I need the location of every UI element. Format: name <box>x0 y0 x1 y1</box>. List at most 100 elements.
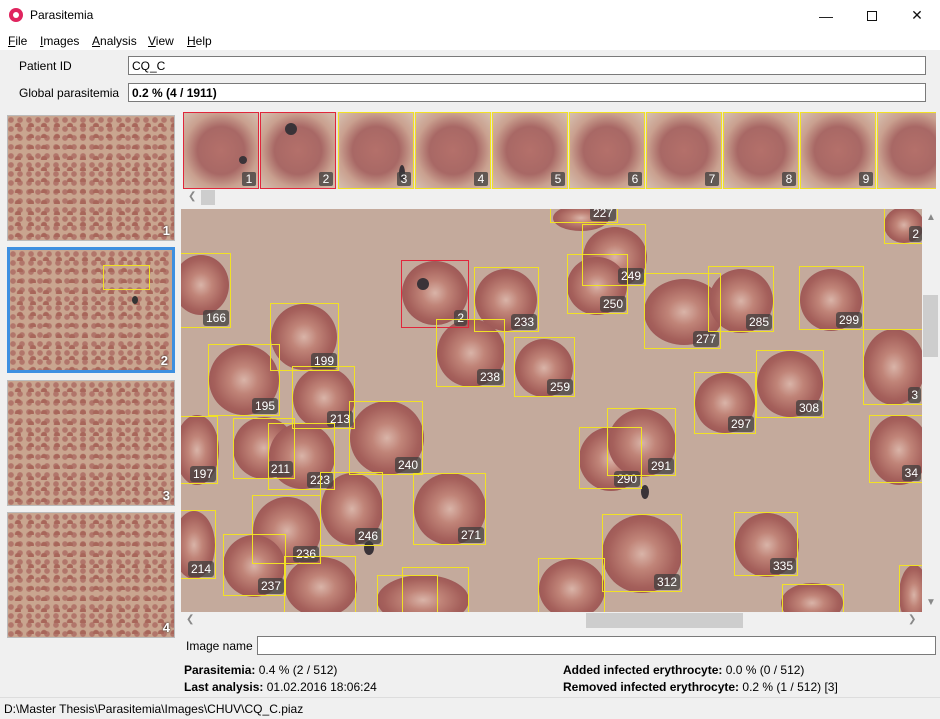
cell-box[interactable]: 2 <box>884 209 922 244</box>
viewport-rectangle <box>103 265 150 290</box>
strip-scrollbar[interactable]: ❮ <box>183 189 936 206</box>
maximize-button[interactable] <box>849 0 895 31</box>
cell-box[interactable]: 214 <box>181 510 216 579</box>
cell-box[interactable]: 195 <box>208 344 280 416</box>
cell-box[interactable]: 213 <box>292 366 355 429</box>
scroll-up-icon[interactable]: ▲ <box>926 212 936 223</box>
image-thumbnail[interactable]: 4 <box>7 512 175 638</box>
cell-box-infected[interactable]: 2 <box>401 260 469 328</box>
cell-box-number: 285 <box>745 314 772 330</box>
thumbnail-number: 3 <box>162 488 170 503</box>
cell-tile[interactable]: 5 <box>492 112 568 189</box>
parasitemia-value: 0.4 % (2 / 512) <box>258 663 338 677</box>
cell-strip: 1 2 3 4 5 6 7 8 9 <box>183 112 936 189</box>
removed-infected-stat: Removed infected erythrocyte: 0.2 % (1 /… <box>563 680 838 694</box>
cell-box[interactable] <box>782 584 844 612</box>
scroll-left-icon[interactable]: ❮ <box>186 614 194 625</box>
cell-box-number: 271 <box>457 527 484 543</box>
cell-box-number: 277 <box>692 331 719 347</box>
cell-box[interactable]: 166 <box>181 253 231 328</box>
cell-box[interactable]: 285 <box>708 266 774 332</box>
cell-box[interactable]: 3 <box>863 329 922 405</box>
cell-tile-infected[interactable]: 2 <box>260 112 336 189</box>
cell-tile-number: 9 <box>859 172 873 186</box>
viewer-vertical-scrollbar[interactable]: ▲ ▼ <box>922 209 939 612</box>
window-title: Parasitemia <box>30 8 94 22</box>
cell-tile[interactable]: 9 <box>800 112 876 189</box>
parasite-marker <box>285 123 297 135</box>
minimize-button[interactable]: — <box>803 0 849 31</box>
image-thumbnail-selected[interactable]: 2 <box>7 247 175 373</box>
image-name-label: Image name <box>186 639 253 653</box>
last-analysis-stat: Last analysis: 01.02.2016 18:06:24 <box>184 680 377 694</box>
viewer-horizontal-scrollbar[interactable]: ❮ ❯ <box>181 612 922 629</box>
parasite-marker <box>132 296 138 304</box>
added-infected-stat: Added infected erythrocyte: 0.0 % (0 / 5… <box>563 663 804 677</box>
image-thumbnail[interactable]: 3 <box>7 380 175 506</box>
cell-box-number: 291 <box>647 458 674 474</box>
cell-box[interactable] <box>899 565 922 612</box>
minimize-icon: — <box>819 7 833 24</box>
scrollbar-thumb[interactable] <box>201 190 215 205</box>
cell-box[interactable]: 299 <box>799 266 864 330</box>
cell-tile[interactable]: 4 <box>415 112 491 189</box>
cell-box[interactable]: 240 <box>349 401 423 475</box>
cell-box[interactable] <box>284 556 356 612</box>
title-bar: Parasitemia — ✕ <box>0 0 940 31</box>
cell-box-number: 233 <box>510 314 537 330</box>
menu-view[interactable]: View <box>148 34 174 48</box>
cell-tile[interactable]: 7 <box>646 112 722 189</box>
cell-box[interactable]: 291 <box>607 408 676 476</box>
scroll-down-icon[interactable]: ▼ <box>926 597 936 608</box>
cell-tile-number: 4 <box>474 172 488 186</box>
scrollbar-thumb[interactable] <box>586 613 743 628</box>
menu-images[interactable]: Images <box>40 34 79 48</box>
menu-bar: File Images Analysis View Help <box>0 31 940 50</box>
cell-box-number: 240 <box>394 457 421 473</box>
cell-box[interactable]: 259 <box>514 337 575 397</box>
added-infected-label: Added infected erythrocyte: <box>563 663 723 677</box>
cell-box-number: 308 <box>795 400 822 416</box>
cell-box[interactable]: 34 <box>869 415 922 483</box>
cell-box[interactable] <box>402 567 469 612</box>
menu-file[interactable]: File <box>8 34 27 48</box>
cell-box[interactable]: 237 <box>223 534 286 596</box>
close-button[interactable]: ✕ <box>894 0 940 31</box>
cell-box[interactable]: 250 <box>567 254 628 314</box>
scroll-right-icon[interactable]: ❯ <box>908 614 916 625</box>
cell-box[interactable]: 197 <box>181 416 218 484</box>
added-infected-value: 0.0 % (0 / 512) <box>725 663 805 677</box>
image-name-field[interactable] <box>257 636 936 655</box>
maximize-icon <box>867 10 877 21</box>
cell-box[interactable]: 308 <box>756 350 824 418</box>
cell-box-number: 227 <box>589 209 616 221</box>
cell-box[interactable]: 297 <box>694 372 756 434</box>
cell-tile[interactable]: 3 <box>338 112 414 189</box>
cell-box[interactable]: 246 <box>320 472 383 546</box>
thumbnail-number: 4 <box>162 620 170 635</box>
cell-box[interactable]: 312 <box>602 514 682 592</box>
cell-box[interactable]: 238 <box>436 319 505 387</box>
scroll-left-icon[interactable]: ❮ <box>188 191 196 202</box>
thumbnail-number: 2 <box>160 353 168 368</box>
cell-tile[interactable]: 8 <box>723 112 799 189</box>
scrollbar-thumb[interactable] <box>923 295 938 357</box>
app-icon <box>9 8 23 22</box>
cell-box[interactable] <box>538 558 605 612</box>
cell-tile[interactable] <box>877 112 936 189</box>
cell-box[interactable]: 227 <box>550 209 618 223</box>
image-viewer[interactable]: 227 249 250 277 285 299 166 2 233 199 23… <box>181 209 922 612</box>
patient-id-field[interactable]: CQ_C <box>128 56 926 75</box>
parasite-marker <box>239 156 247 164</box>
image-thumbnail[interactable]: 1 <box>7 115 175 241</box>
removed-infected-label: Removed infected erythrocyte: <box>563 680 740 694</box>
cell-tile-infected[interactable]: 1 <box>183 112 259 189</box>
menu-help[interactable]: Help <box>187 34 212 48</box>
cell-box[interactable]: 335 <box>734 512 798 576</box>
menu-analysis[interactable]: Analysis <box>92 34 137 48</box>
cell-box[interactable]: 199 <box>270 303 339 371</box>
cell-box-number: 3 <box>908 387 921 403</box>
cell-box-number: 312 <box>653 574 680 590</box>
cell-tile[interactable]: 6 <box>569 112 645 189</box>
cell-box[interactable]: 271 <box>413 473 486 545</box>
